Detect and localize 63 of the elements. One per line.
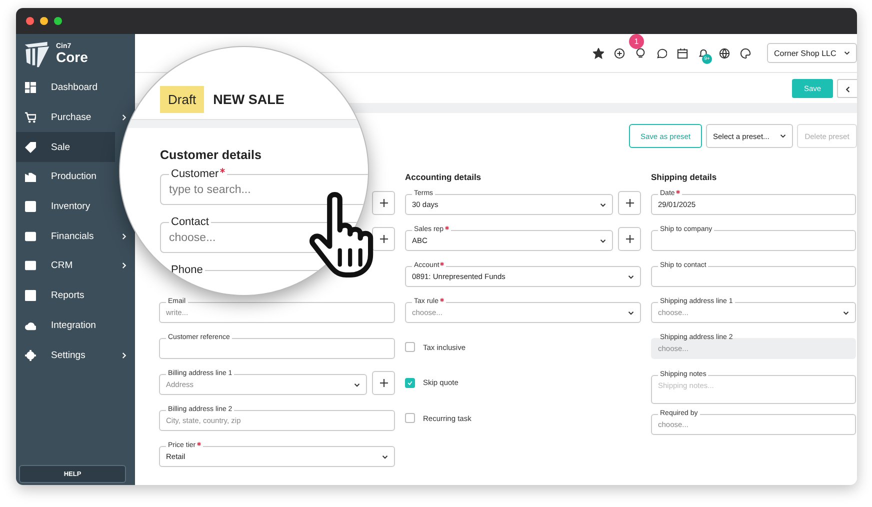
section-heading: Shipping details — [651, 172, 718, 183]
add-button[interactable] — [618, 227, 641, 251]
back-button[interactable] — [837, 78, 857, 98]
field-label: Phone — [170, 264, 204, 276]
tag-icon — [25, 142, 36, 153]
chevron-down-icon — [780, 134, 786, 138]
gear-icon — [25, 350, 36, 361]
page-title: NEW SALE — [213, 92, 284, 107]
chevron-down-icon — [628, 274, 634, 278]
chevron-down-icon — [628, 310, 634, 314]
section-heading: Customer details — [160, 148, 262, 162]
field-label: Customer — [169, 168, 227, 180]
section-heading: Accounting details — [405, 172, 482, 183]
grid-icon — [25, 82, 36, 94]
chevron-down-icon — [600, 202, 606, 206]
chevron-down-icon — [600, 238, 606, 242]
chevron-down-icon — [354, 382, 360, 386]
box-icon — [25, 201, 36, 212]
nav-item[interactable]: Settings — [16, 340, 115, 370]
bell-icon[interactable] — [698, 48, 709, 58]
plus-icon — [626, 235, 634, 243]
company-dropdown[interactable]: Corner Shop LLC — [767, 43, 857, 63]
nav-item[interactable]: Integration — [16, 310, 115, 340]
calendar-icon[interactable] — [677, 48, 688, 58]
nav-item[interactable]: Reports — [16, 280, 115, 310]
status-badge: Draft — [160, 86, 204, 113]
globe-icon[interactable] — [719, 48, 730, 58]
plus-icon — [626, 199, 634, 207]
checkbox[interactable] — [405, 342, 415, 352]
chevron-down-icon — [843, 310, 849, 314]
add-button[interactable] — [618, 191, 641, 215]
close-window-icon[interactable] — [26, 17, 34, 25]
checkbox[interactable] — [405, 378, 415, 388]
nav-item[interactable]: Production — [16, 162, 115, 192]
chat-icon[interactable] — [656, 48, 667, 58]
chevron-left-icon — [845, 86, 850, 92]
placeholder-text: type to search... — [169, 184, 251, 196]
nav-item[interactable]: Inventory — [16, 192, 115, 222]
nav-item[interactable]: Financials — [16, 221, 115, 252]
field-label: Contact — [170, 216, 210, 228]
add-button[interactable] — [372, 227, 395, 251]
placeholder-text: choose... — [169, 232, 216, 244]
notification-badge: 1 — [629, 34, 644, 48]
minimize-window-icon[interactable] — [40, 17, 48, 25]
nav-item[interactable]: Sale — [16, 132, 115, 162]
chevron-down-icon — [382, 454, 388, 458]
factory-icon — [25, 171, 36, 182]
nav-item[interactable]: CRM — [16, 251, 115, 281]
plus-icon — [380, 379, 388, 387]
check-icon — [407, 380, 413, 386]
nav-item[interactable]: Purchase — [16, 102, 115, 132]
plus-icon[interactable] — [614, 48, 625, 58]
nav-item[interactable]: Dashboard — [16, 73, 115, 103]
cloud-icon — [25, 320, 36, 331]
star-icon[interactable] — [593, 48, 604, 58]
logo-product: Core — [56, 50, 88, 64]
plus-icon — [380, 235, 388, 243]
add-button[interactable] — [372, 371, 395, 395]
bulb-icon[interactable] — [635, 48, 646, 58]
cart-icon — [25, 112, 36, 124]
chevron-down-icon — [844, 51, 850, 55]
checkbox[interactable] — [405, 413, 415, 423]
maximize-window-icon[interactable] — [54, 17, 62, 25]
